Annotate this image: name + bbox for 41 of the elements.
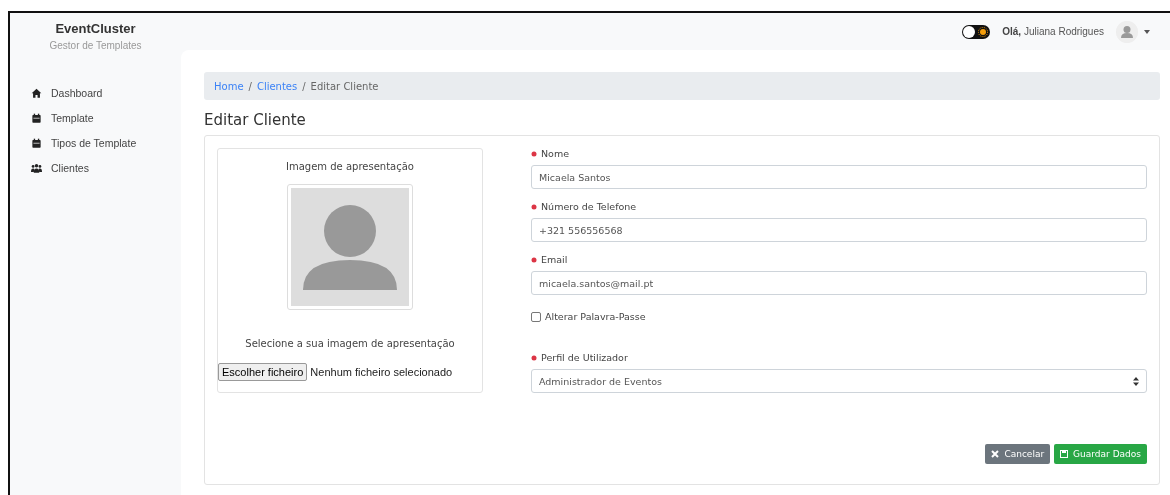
caret-icon[interactable] <box>1144 29 1150 34</box>
select-field[interactable]: Administrador de Eventos <box>531 369 1147 393</box>
sidebar-item[interactable]: Template <box>31 112 181 124</box>
close-icon <box>991 450 1000 458</box>
breadcrumb-separator: / <box>248 80 252 92</box>
sun-icon <box>978 26 989 37</box>
input-field[interactable]: micaela.santos@mail.pt <box>531 271 1147 295</box>
cancel-button[interactable]: Cancelar <box>985 444 1051 464</box>
sidebar-item[interactable]: Dashboard <box>31 87 181 99</box>
page-title: Editar Cliente <box>204 111 307 129</box>
brand-name: EventCluster <box>54 21 137 36</box>
calendar-icon <box>31 112 42 124</box>
sidebar-item[interactable]: Clientes <box>31 162 181 174</box>
checkbox-label: Alterar Palavra-Passe <box>545 311 646 322</box>
brand-subtitle: Gestor de Templates <box>48 40 143 51</box>
sidebar-item[interactable]: Tipos de Template <box>31 137 181 149</box>
field-label: Perfil de Utilizador <box>541 352 628 363</box>
file-status: Nenhum ficheiro selecionado <box>310 366 453 378</box>
home-icon <box>31 87 42 99</box>
input-field[interactable]: +321 556556568 <box>531 218 1147 242</box>
theme-toggle[interactable] <box>962 24 991 39</box>
checkbox[interactable] <box>531 311 541 322</box>
field-label: Email <box>541 254 568 265</box>
required-icon <box>531 256 537 263</box>
breadcrumb-separator: / <box>302 80 306 92</box>
input-field[interactable]: Micaela Santos <box>531 165 1147 189</box>
field-label: Nome <box>541 148 570 159</box>
required-icon <box>531 203 537 210</box>
required-icon <box>531 150 537 157</box>
user-greeting: Olá, Juliana Rodrigues <box>1002 26 1104 37</box>
users-icon <box>31 162 42 174</box>
calendar-icon <box>31 137 42 149</box>
avatar-placeholder-icon <box>287 184 413 310</box>
panel-title: Imagem de apresentação <box>286 161 414 172</box>
field-label: Número de Telefone <box>541 201 637 212</box>
required-icon <box>531 354 537 361</box>
choose-file-button[interactable]: Escolher ficheiro <box>218 363 308 381</box>
breadcrumb-current: Editar Cliente <box>310 80 379 92</box>
upload-hint: Selecione a sua imagem de apresentação <box>245 338 455 349</box>
save-icon <box>1060 450 1069 458</box>
sort-arrows-icon <box>1133 376 1139 386</box>
